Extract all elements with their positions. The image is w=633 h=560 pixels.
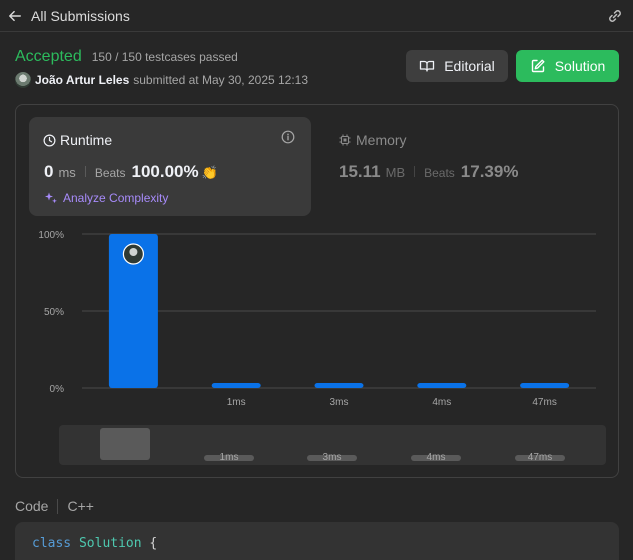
range-selector-svg: 1ms 3ms 4ms 47ms: [100, 428, 565, 463]
x-tick-label: 1ms: [227, 397, 246, 408]
minimap-highlight-bar[interactable]: [100, 428, 150, 460]
clock-icon: [43, 134, 56, 146]
editorial-button[interactable]: Editorial: [406, 50, 508, 82]
submitted-at: submitted at May 30, 2025 12:13: [133, 73, 309, 87]
divider: [414, 166, 416, 177]
sparkle-icon: [45, 192, 57, 204]
minimap-label: 3ms: [323, 452, 342, 463]
chart-range-selector[interactable]: 1ms 3ms 4ms 47ms: [59, 425, 606, 465]
minimap-label: 47ms: [528, 452, 552, 463]
runtime-metric: 0 ms Beats 100.00% 👏: [44, 162, 218, 182]
x-tick-label: 3ms: [330, 397, 349, 408]
memory-header[interactable]: Memory: [339, 132, 407, 148]
runtime-beats-label: Beats: [94, 166, 126, 180]
divider: [57, 498, 59, 514]
runtime-distribution-chart: 100% 50% 0% 1ms 3ms 4ms 47ms: [30, 225, 610, 415]
code-label: Code: [15, 498, 49, 514]
runtime-card[interactable]: Runtime 0 ms Beats 100.00% 👏 Analyze Com…: [29, 117, 311, 216]
y-tick-label: 0%: [50, 384, 65, 395]
bar: [211, 383, 261, 388]
x-tick-label: 4ms: [432, 397, 451, 408]
top-bar: All Submissions: [0, 0, 633, 32]
avatar[interactable]: [15, 72, 31, 88]
memory-metric[interactable]: 15.11 MB Beats 17.39%: [339, 162, 518, 182]
editorial-label: Editorial: [444, 58, 495, 74]
testcases-passed: 150 / 150 testcases passed: [91, 50, 238, 64]
submission-status: Accepted 150 / 150 testcases passed: [15, 48, 238, 66]
chip-icon: [339, 134, 351, 146]
code-keyword: class: [32, 536, 72, 551]
memory-title: Memory: [356, 132, 407, 148]
arrow-left-icon: [9, 10, 21, 21]
info-icon[interactable]: [281, 130, 295, 144]
runtime-unit: ms: [58, 165, 76, 180]
code-punctuation: {: [141, 536, 158, 551]
divider: [84, 166, 86, 177]
analyze-label: Analyze Complexity: [63, 191, 169, 205]
solution-button[interactable]: Solution: [516, 50, 619, 82]
runtime-value: 0: [44, 162, 54, 181]
author-name[interactable]: João Artur Leles: [35, 73, 129, 87]
y-tick-label: 50%: [44, 307, 64, 318]
runtime-title: Runtime: [60, 132, 113, 148]
minimap-label: 1ms: [220, 452, 239, 463]
solution-label: Solution: [554, 58, 606, 74]
y-tick-label: 100%: [38, 230, 64, 241]
x-tick-label: 47ms: [532, 397, 556, 408]
author-row: João Artur Leles submitted at May 30, 20…: [15, 72, 308, 88]
back-label: All Submissions: [31, 7, 130, 24]
bar: [314, 383, 364, 388]
code-viewer[interactable]: class Solution {: [15, 522, 619, 560]
clap-icon: 👏: [201, 165, 218, 180]
back-to-submissions[interactable]: All Submissions: [8, 8, 130, 24]
runtime-distribution-svg: 100% 50% 0% 1ms 3ms 4ms 47ms: [38, 230, 596, 408]
minimap-label: 4ms: [427, 452, 446, 463]
book-icon: [420, 60, 435, 72]
memory-beats-value: 17.39%: [460, 162, 519, 181]
code-class-name: Solution: [78, 536, 142, 551]
code-header: Code C++: [15, 498, 94, 514]
edit-icon: [531, 59, 545, 73]
code-line: class Solution {: [32, 536, 157, 551]
bar: [520, 383, 570, 388]
link-icon[interactable]: [606, 7, 624, 25]
memory-unit: MB: [385, 165, 406, 180]
bar-avatar-face: [129, 248, 138, 256]
status-accepted: Accepted: [15, 48, 82, 65]
code-language: C++: [67, 498, 94, 514]
memory-beats-label: Beats: [424, 166, 455, 180]
runtime-beats-value: 100.00%: [131, 162, 199, 181]
analyze-complexity-link[interactable]: Analyze Complexity: [44, 191, 168, 205]
memory-value: 15.11: [339, 162, 381, 181]
bar: [417, 383, 467, 388]
runtime-header: Runtime: [43, 132, 112, 148]
